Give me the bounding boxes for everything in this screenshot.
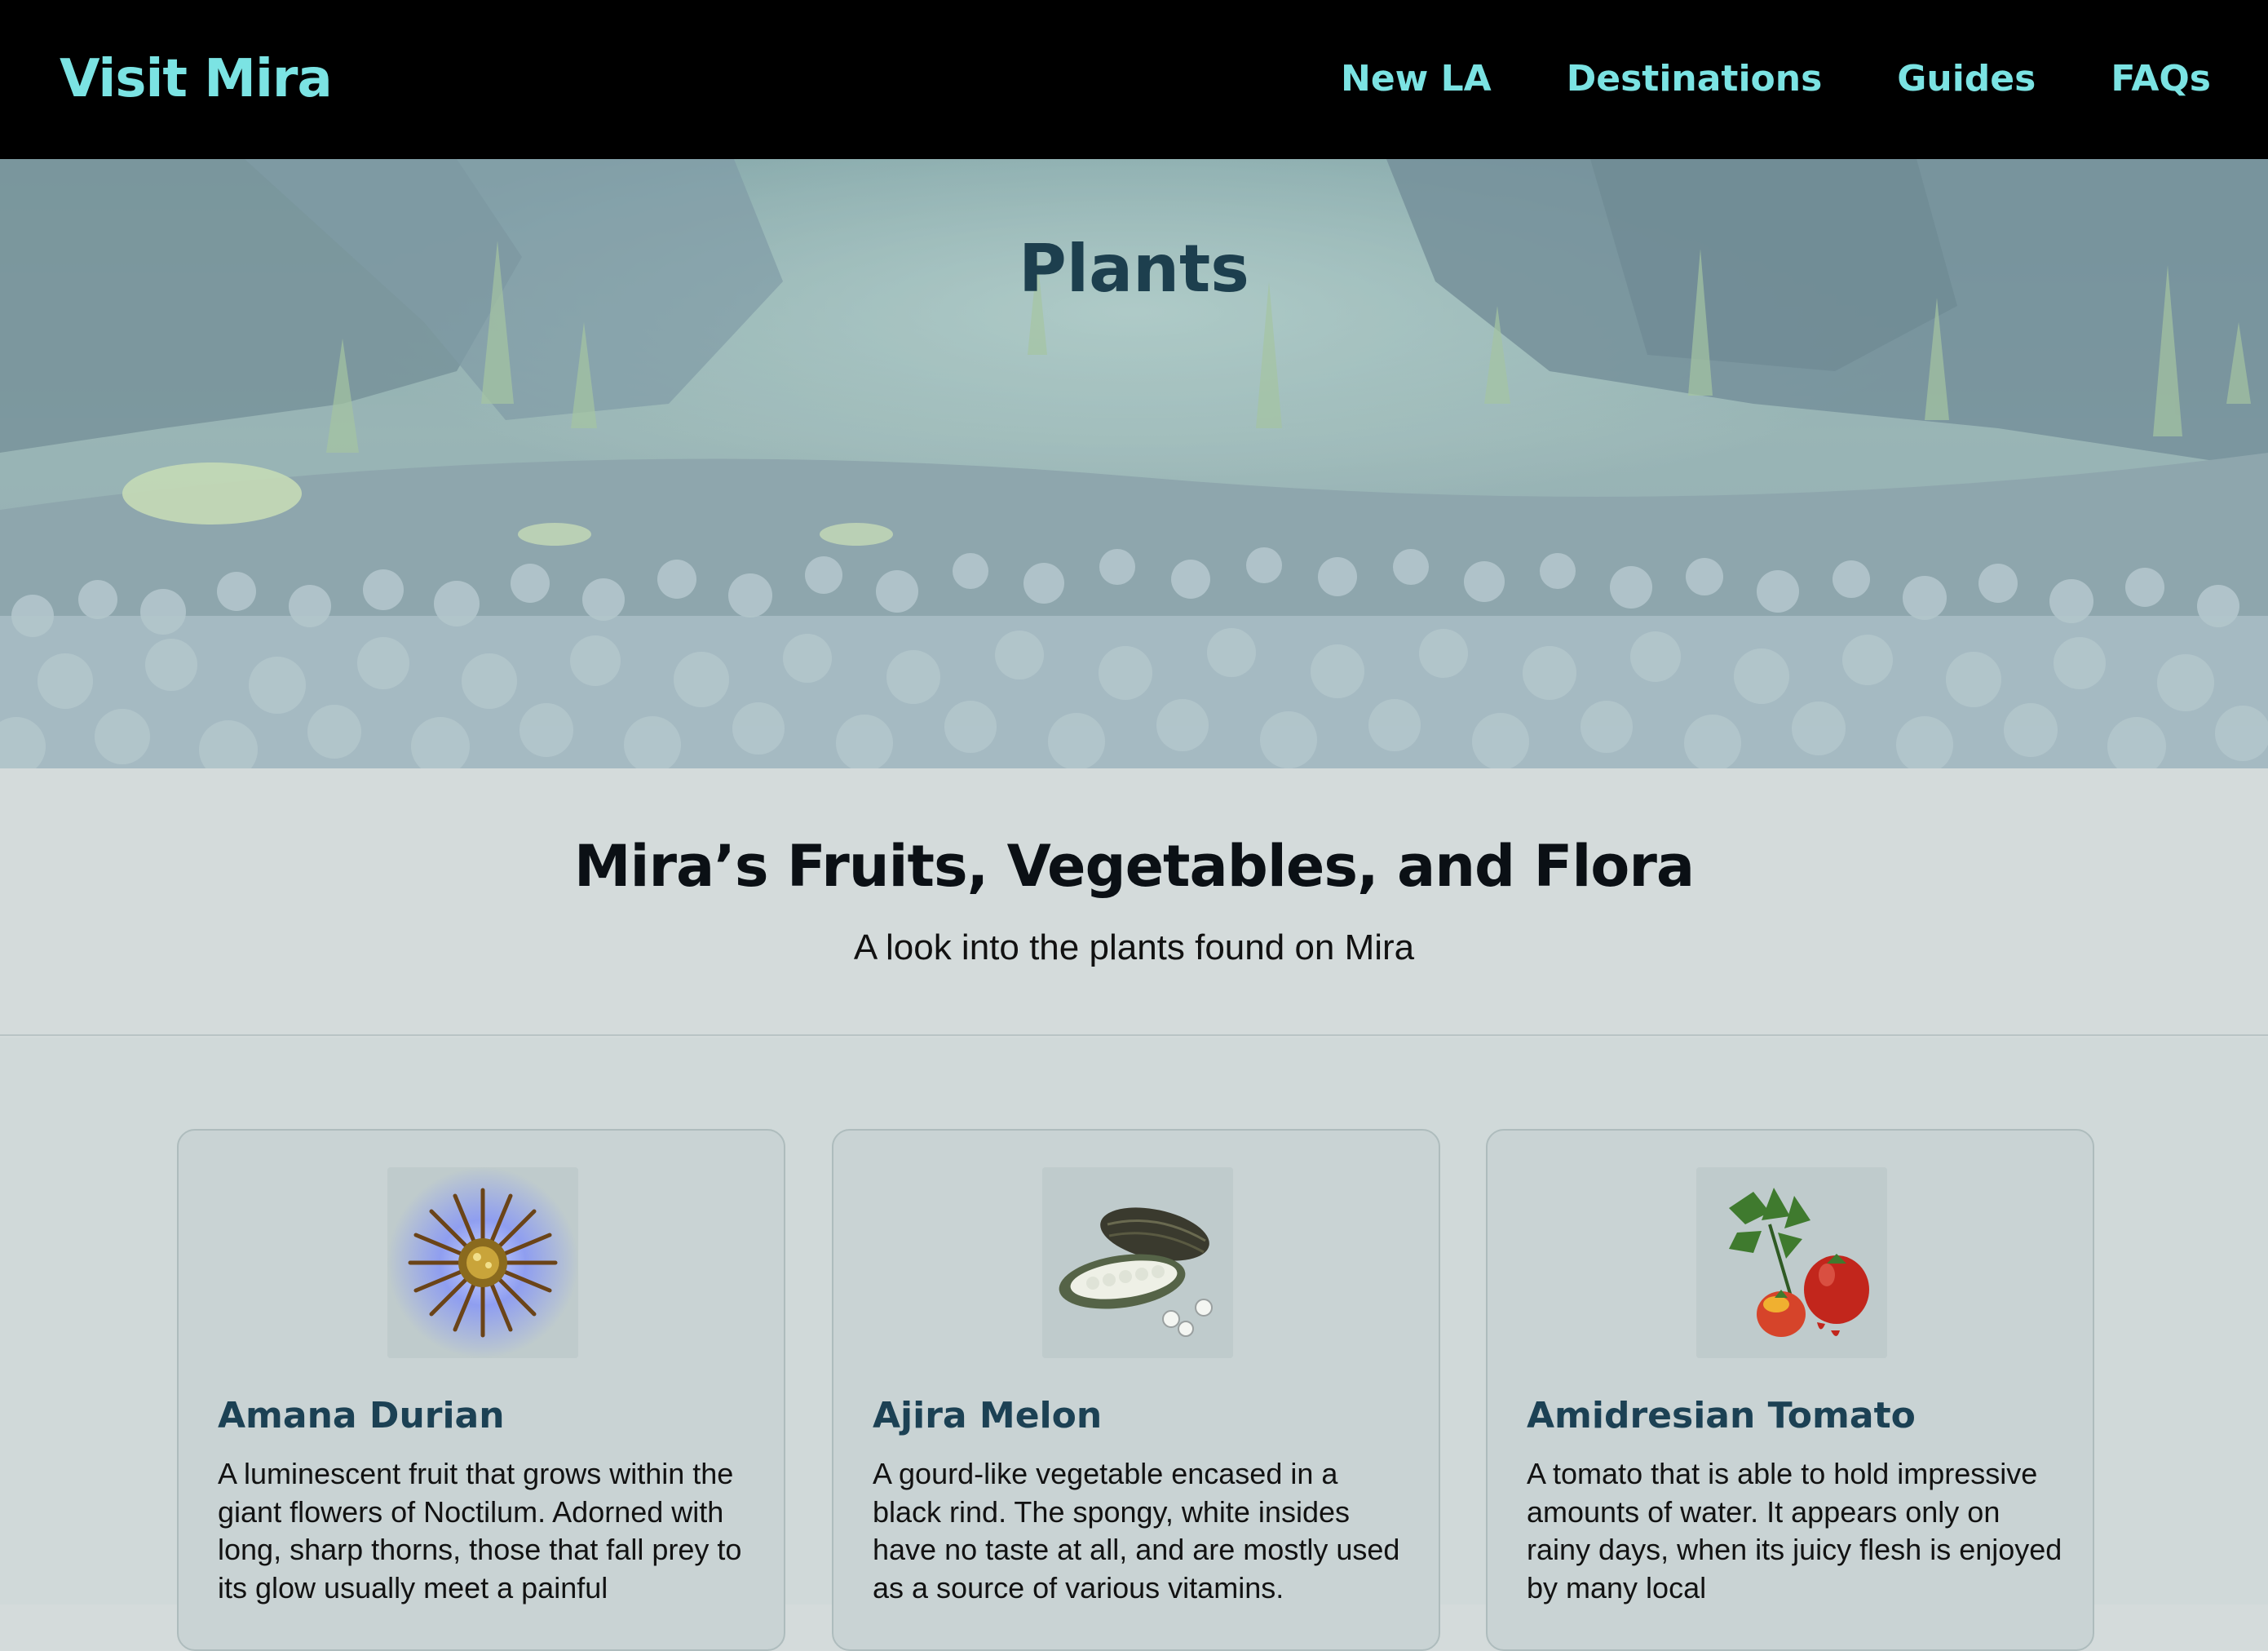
tomato-icon (1696, 1167, 1887, 1358)
brand-logo-link[interactable]: Visit Mira (60, 42, 333, 116)
nav-link-new-la[interactable]: New LA (1341, 51, 1492, 108)
plant-card[interactable]: Amidresian Tomato A tomato that is able … (1486, 1129, 2094, 1651)
hero-banner: Plants (0, 159, 2268, 768)
nav-link-faqs[interactable]: FAQs (2111, 51, 2211, 108)
nav-link-destinations[interactable]: Destinations (1567, 51, 1823, 108)
nav-link-guides[interactable]: Guides (1897, 51, 2036, 108)
card-title[interactable]: Ajira Melon (873, 1390, 1102, 1442)
card-description: A gourd-like vegetable encased in a blac… (873, 1457, 1400, 1605)
card-description: A tomato that is able to hold impressive… (1527, 1457, 2062, 1605)
top-navbar: Visit Mira New LA Destinations Guides FA… (0, 0, 2268, 159)
card-description: A luminescent fruit that grows within th… (218, 1457, 742, 1605)
spiky-fruit-icon (387, 1167, 578, 1358)
plant-card[interactable]: Ajira Melon A gourd-like vegetable encas… (832, 1129, 1440, 1651)
hero-title: Plants (1019, 231, 1249, 307)
card-title[interactable]: Amana Durian (218, 1390, 505, 1442)
plant-card[interactable]: Amana Durian A luminescent fruit that gr… (177, 1129, 785, 1651)
intro-section: Mira’s Fruits, Vegetables, and Flora A l… (0, 768, 2268, 1036)
section-heading: Mira’s Fruits, Vegetables, and Flora (573, 833, 1695, 900)
plant-cards-grid: Amana Durian A luminescent fruit that gr… (0, 1038, 2268, 1651)
card-title[interactable]: Amidresian Tomato (1527, 1390, 1916, 1442)
gourd-melon-icon (1042, 1167, 1233, 1358)
nav-links: New LA Destinations Guides FAQs (1341, 51, 2211, 108)
section-subheading: A look into the plants found on Mira (853, 927, 1415, 967)
